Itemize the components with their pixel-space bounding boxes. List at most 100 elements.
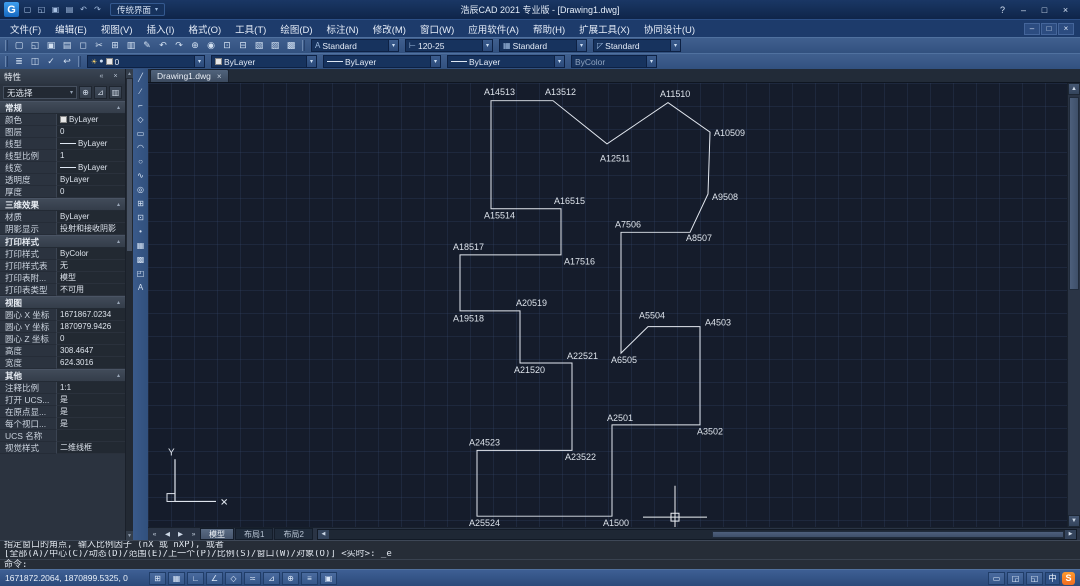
prop-value-height[interactable]: 308.4647 — [56, 345, 125, 357]
chevron-down-icon[interactable]: ▾ — [430, 56, 440, 67]
prop-value-ucs-per-viewport[interactable]: 是 — [56, 418, 125, 430]
mtext-tool-icon[interactable]: A — [134, 281, 147, 294]
lineweight-select[interactable]: ByLayer ▾ — [447, 55, 565, 68]
gradient-tool-icon[interactable]: ▩ — [134, 253, 147, 266]
menu-collaboration[interactable]: 协同设计(U) — [637, 20, 702, 38]
menu-dimension[interactable]: 标注(N) — [320, 20, 366, 38]
select-objects-button[interactable]: ⊿ — [94, 86, 107, 99]
section-header-misc[interactable]: 其他 ▴ — [0, 369, 125, 382]
chevron-down-icon[interactable]: ▾ — [482, 40, 492, 51]
scroll-down-icon[interactable]: ▼ — [126, 531, 133, 540]
toolbar-grip[interactable] — [302, 40, 305, 51]
tab-layout1[interactable]: 布局1 — [235, 528, 274, 540]
snap-toggle[interactable]: ⊞ — [149, 571, 166, 585]
h-scroll-track[interactable] — [329, 530, 1065, 539]
prop-value-lineweight[interactable]: ByLayer — [56, 162, 125, 174]
insert-block-tool-icon[interactable]: ⊞ — [134, 197, 147, 210]
menu-view[interactable]: 视图(V) — [94, 20, 140, 38]
mleader-style-select[interactable]: ◸ Standard ▾ — [593, 39, 681, 52]
close-button[interactable]: × — [1055, 3, 1076, 17]
prop-value-color[interactable]: ByLayer — [56, 114, 125, 126]
prop-value-visual-style[interactable]: 二维线框 — [56, 442, 125, 454]
prop-value-center-y[interactable]: 1870979.9426 — [56, 321, 125, 333]
point-tool-icon[interactable]: • — [134, 225, 147, 238]
menu-help[interactable]: 帮助(H) — [526, 20, 572, 38]
minimize-button[interactable]: – — [1013, 3, 1034, 17]
toolbar-grip[interactable] — [5, 56, 8, 67]
last-layout-button[interactable]: » — [187, 528, 200, 540]
prop-value-ucs-icon-origin[interactable]: 是 — [56, 406, 125, 418]
table-style-select[interactable]: ▦ Standard ▾ — [499, 39, 587, 52]
v-scroll-track[interactable] — [1068, 95, 1080, 515]
quickprops-toggle[interactable]: ▣ — [320, 571, 337, 585]
grid-toggle[interactable]: ▦ — [168, 571, 185, 585]
prop-value-ucs-name[interactable] — [56, 430, 125, 442]
workspace-switcher[interactable]: 传统界面 ▾ — [110, 3, 166, 16]
menu-modify[interactable]: 修改(M) — [366, 20, 413, 38]
command-line-area[interactable]: 指定窗口的角点, 输入比例因子 (nX 或 nXP), 或者 [全部(A)/中心… — [0, 540, 1080, 570]
linetype-select[interactable]: ByLayer ▾ — [323, 55, 441, 68]
make-block-tool-icon[interactable]: ⊡ — [134, 211, 147, 224]
doc-close-button[interactable]: × — [1058, 22, 1074, 35]
model-space-button[interactable]: ▭ — [988, 571, 1005, 585]
rectangle-tool-icon[interactable]: ▭ — [134, 127, 147, 140]
xline-tool-icon[interactable]: ∕ — [134, 85, 147, 98]
palette-scroll-track[interactable] — [126, 78, 133, 531]
cut-icon[interactable]: ✂ — [91, 39, 107, 53]
doc-restore-button[interactable]: □ — [1041, 22, 1057, 35]
scroll-right-icon[interactable]: ▶ — [1065, 529, 1076, 539]
chevron-down-icon[interactable]: ▾ — [306, 56, 316, 67]
dim-style-select[interactable]: ⊢ 120-25 ▾ — [405, 39, 493, 52]
section-header-plot-style[interactable]: 打印样式 ▴ — [0, 235, 125, 248]
scroll-down-icon[interactable]: ▼ — [1068, 515, 1080, 527]
toolpalette-icon[interactable]: ▩ — [283, 39, 299, 53]
prop-value-ucs-icon-on[interactable]: 是 — [56, 394, 125, 406]
chevron-down-icon[interactable]: ▾ — [554, 56, 564, 67]
palette-autohide-icon[interactable]: « — [96, 71, 107, 82]
help-button[interactable]: ? — [992, 3, 1013, 17]
polyline-tool-icon[interactable]: ⌐ — [134, 99, 147, 112]
new-icon[interactable]: ▢ — [11, 39, 27, 53]
section-header-view[interactable]: 视图 ▴ — [0, 296, 125, 309]
prop-value-material[interactable]: ByLayer — [56, 211, 125, 223]
quick-select-button[interactable]: ▥ — [109, 86, 122, 99]
make-layer-current-icon[interactable]: ✓ — [43, 55, 59, 69]
plot-icon[interactable]: ▤ — [59, 39, 75, 53]
collapse-icon[interactable]: ▴ — [117, 238, 120, 245]
menu-tools[interactable]: 工具(T) — [228, 20, 273, 38]
paste-icon[interactable]: ▥ — [123, 39, 139, 53]
lineweight-toggle[interactable]: ≡ — [301, 571, 318, 585]
copy-icon[interactable]: ⊞ — [107, 39, 123, 53]
ortho-toggle[interactable]: ∟ — [187, 571, 204, 585]
prop-value-plot-style-table[interactable]: 无 — [56, 260, 125, 272]
plot-style-select[interactable]: ByColor ▾ — [571, 55, 657, 68]
menu-express-tools[interactable]: 扩展工具(X) — [572, 20, 637, 38]
first-layout-button[interactable]: « — [148, 528, 161, 540]
menu-format[interactable]: 格式(O) — [181, 20, 228, 38]
doc-tab-drawing1[interactable]: Drawing1.dwg × — [150, 69, 229, 82]
palette-close-icon[interactable]: × — [110, 71, 121, 82]
scroll-left-icon[interactable]: ◀ — [317, 529, 329, 539]
line-tool-icon[interactable]: ╱ — [134, 71, 147, 84]
layer-select[interactable]: ☀ ● 0 ▾ — [87, 55, 205, 68]
layer-states-icon[interactable]: ◫ — [27, 55, 43, 69]
prop-value-center-z[interactable]: 0 — [56, 333, 125, 345]
save-icon[interactable]: ▣ — [43, 39, 59, 53]
ime-indicator[interactable]: 中 — [1045, 571, 1060, 585]
open-icon[interactable]: ◱ — [27, 39, 43, 53]
drawing-canvas[interactable]: A1500 A2501 A3502 A4503 A5504 A6505 A7506 A8507… — [148, 83, 1067, 527]
chevron-down-icon[interactable]: ▾ — [194, 56, 204, 67]
collapse-icon[interactable]: ▴ — [117, 104, 120, 111]
section-header-general[interactable]: 常规 ▴ — [0, 101, 125, 114]
section-header-effects-3d[interactable]: 三维效果 ▴ — [0, 198, 125, 211]
qat-print-icon[interactable]: ▤ — [63, 3, 76, 16]
match-properties-icon[interactable]: ✎ — [139, 39, 155, 53]
palette-scrollbar[interactable]: ▲ ▼ — [125, 69, 133, 540]
tab-model[interactable]: 模型 — [200, 528, 234, 540]
dyn-toggle[interactable]: ⊕ — [282, 571, 299, 585]
zoom-realtime-icon[interactable]: ◉ — [203, 39, 219, 53]
menu-window[interactable]: 窗口(W) — [413, 20, 461, 38]
design-center-icon[interactable]: ▨ — [267, 39, 283, 53]
prop-value-layer[interactable]: 0 — [56, 126, 125, 138]
sogou-input-icon[interactable]: S — [1062, 571, 1075, 585]
